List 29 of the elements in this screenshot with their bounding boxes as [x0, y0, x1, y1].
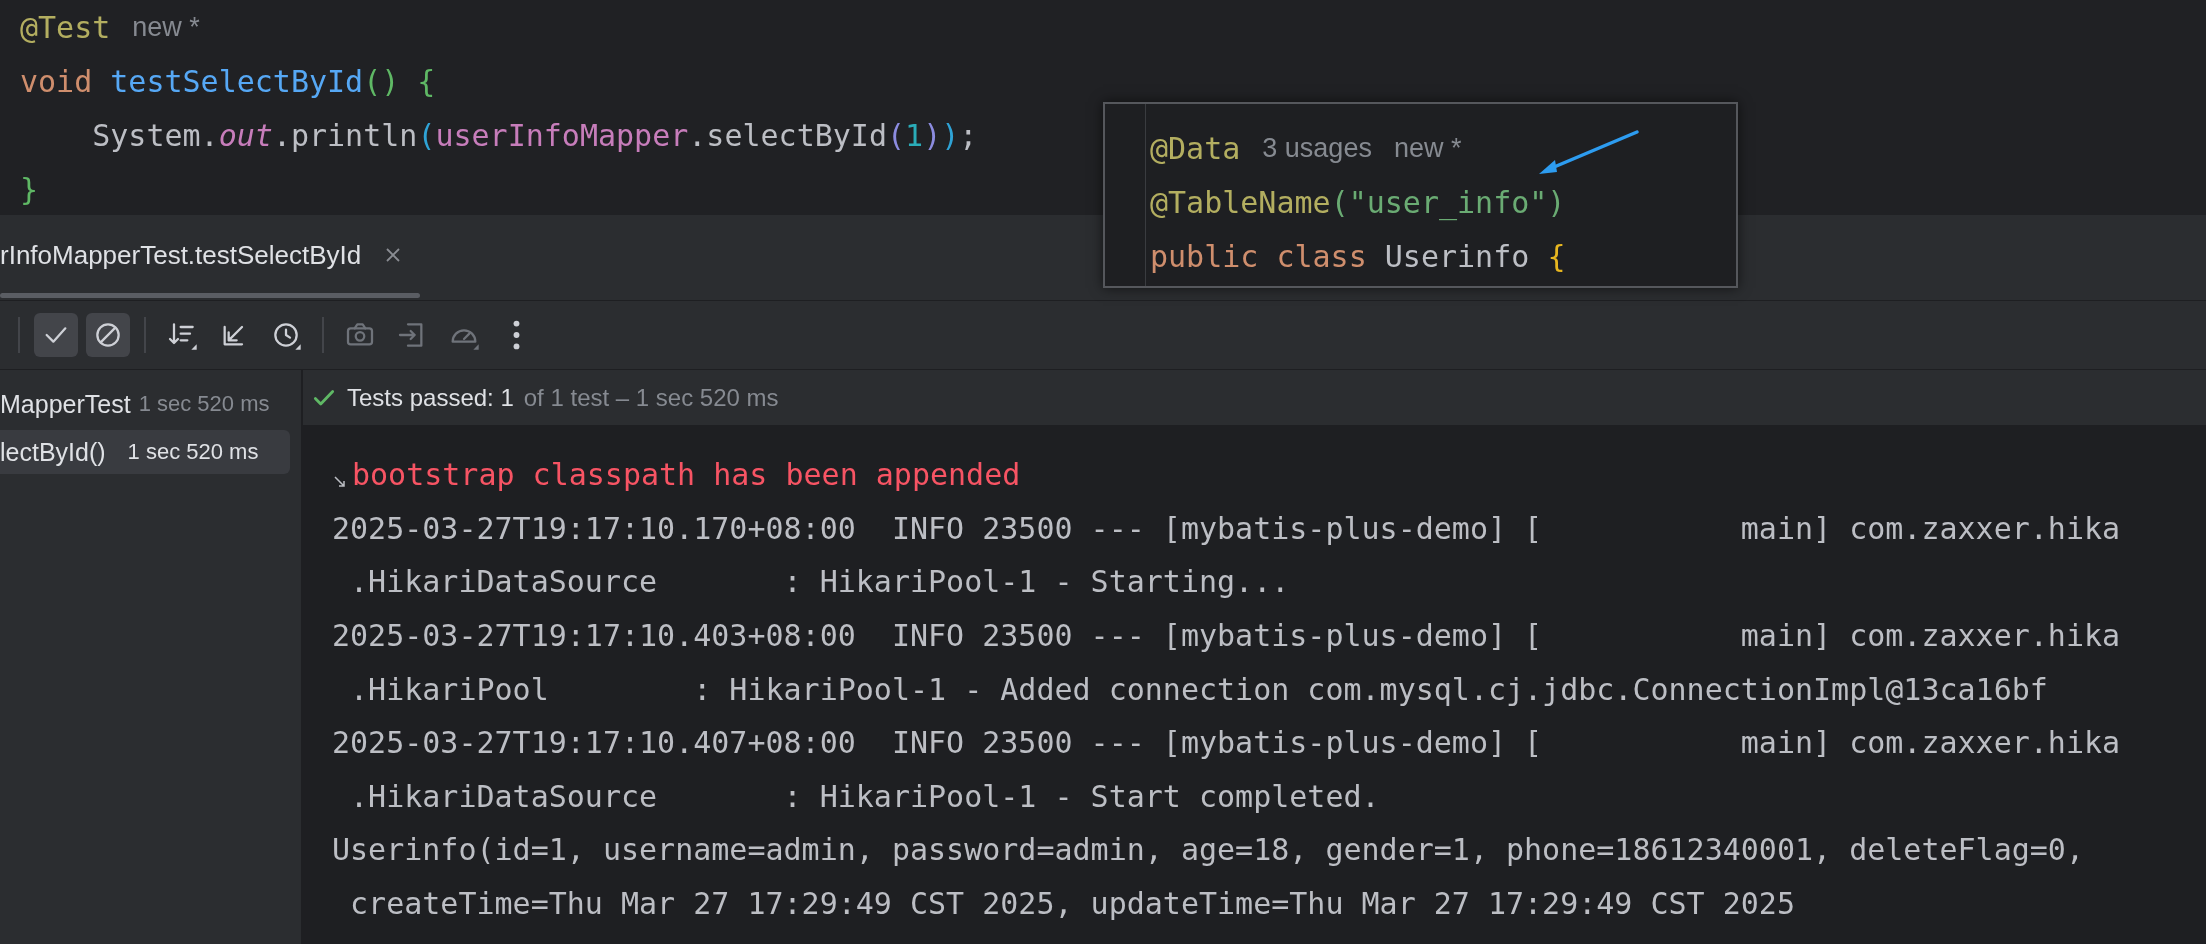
- code-line: @Data: [1150, 130, 1241, 166]
- inlay-hint: new *: [132, 11, 200, 43]
- test-detail: of 1 test – 1 sec 520 ms: [523, 383, 779, 412]
- more-icon: [512, 320, 520, 350]
- code-line: @Test: [20, 9, 111, 45]
- inlay-hint: 3 usages: [1262, 132, 1372, 164]
- test-summary: Tests passed: 1: [347, 383, 514, 412]
- console-line: .HikariDataSource : HikariPool-1 - Start completed.: [349, 778, 1380, 814]
- run-tab[interactable]: rInfoMapperTest.testSelectById: [0, 215, 418, 295]
- scroll-bar[interactable]: [0, 293, 420, 298]
- wrap-arrow-icon: [332, 473, 348, 490]
- test-tree-item[interactable]: MapperTest 1 sec 520 ms: [0, 382, 290, 426]
- console-line: 2025-03-27T19:17:10.403+08:00 INFO 23500 --- [mybatis-plus-demo] [ main] com.zaxxer.hika: [332, 618, 2121, 654]
- console-line: Userinfo(id=1, username=admin, password=admin, age=18, gender=1, phone=18612340001, deleteFlag=0,: [332, 832, 2084, 868]
- console-line: .HikariPool : HikariPool-1 - Added connection com.mysql.cj.jdbc.ConnectionImpl@13ca16bf: [349, 671, 2048, 707]
- checkmark-toggle[interactable]: [34, 313, 78, 357]
- test-tree-item[interactable]: lectById() 1 sec 520 ms: [0, 430, 290, 474]
- code-line: public class Userinfo {: [1150, 238, 1566, 274]
- code-line: System.out.println(userInfoMapper.selectById(1));: [91, 117, 978, 153]
- console-line: .HikariDataSource : HikariPool-1 - Starting...: [349, 564, 1290, 600]
- code-line: void testSelectById() {: [20, 63, 436, 99]
- console-line: 2025-03-27T19:17:10.407+08:00 INFO 23500 --- [mybatis-plus-demo] [ main] com.zaxxer.hika: [332, 725, 2121, 761]
- console-line: 2025-03-27T19:17:10.170+08:00 INFO 23500 --- [mybatis-plus-demo] [ main] com.zaxxer.hika: [332, 510, 2121, 546]
- code-line: @TableName("user_info"): [1150, 184, 1566, 220]
- console-line: createTime=Thu Mar 27 17:29:49 CST 2025, updateTime=Thu Mar 27 17:29:49 CST 2025: [349, 886, 1795, 922]
- code-line: }: [20, 171, 39, 207]
- ban-toggle[interactable]: [86, 313, 130, 357]
- inlay-hint: new *: [1393, 132, 1462, 164]
- console-line: bootstrap classpath has been appended: [352, 457, 1021, 493]
